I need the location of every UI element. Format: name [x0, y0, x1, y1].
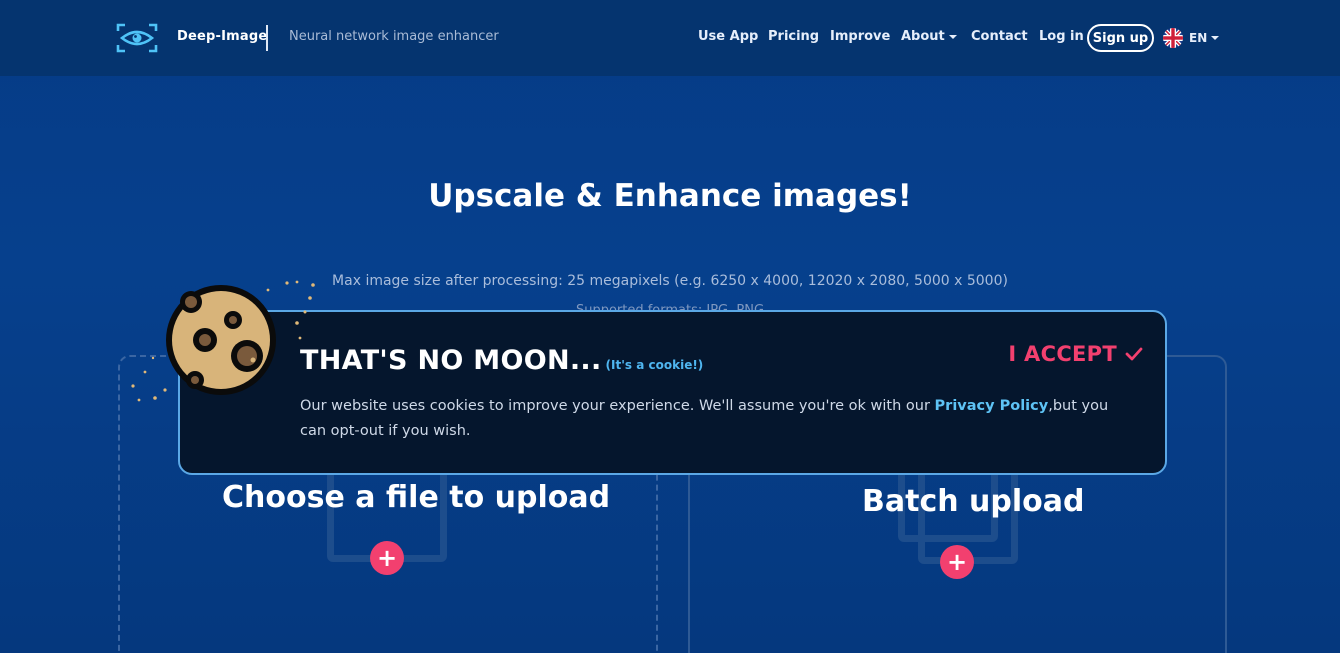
- cookie-icon: [131, 280, 315, 402]
- upload-batch-plus-button[interactable]: +: [940, 545, 974, 579]
- upload-single-title: Choose a file to upload: [222, 480, 611, 515]
- nav-about-label: About: [901, 29, 945, 44]
- accept-label: I ACCEPT: [1008, 342, 1117, 366]
- main-nav: Use App Pricing Improve About Contact Lo…: [0, 22, 1340, 54]
- language-selector[interactable]: EN: [1163, 28, 1220, 48]
- checkmark-icon: [1125, 347, 1143, 361]
- uk-flag-icon: [1163, 28, 1183, 48]
- cookie-title-text: THAT'S NO MOON...: [300, 345, 602, 376]
- privacy-policy-link[interactable]: Privacy Policy: [935, 398, 1049, 414]
- hero-title: Upscale & Enhance images!: [428, 178, 912, 214]
- cookie-message-text: Our website uses cookies to improve your…: [300, 398, 935, 414]
- cookie-title: THAT'S NO MOON... (It's a cookie!): [300, 345, 703, 376]
- nav-improve[interactable]: Improve: [830, 29, 890, 44]
- upload-single-plus-button[interactable]: +: [370, 541, 404, 575]
- upload-batch-title: Batch upload: [862, 484, 1085, 519]
- nav-login[interactable]: Log in: [1039, 29, 1084, 44]
- cookie-banner: THAT'S NO MOON... (It's a cookie!) Our we…: [178, 310, 1167, 475]
- page: Deep-Image Neural network image enhancer…: [0, 0, 1340, 653]
- caret-down-icon: [948, 34, 957, 39]
- nav-about[interactable]: About: [901, 29, 957, 44]
- nav-contact[interactable]: Contact: [971, 29, 1028, 44]
- cookie-message: Our website uses cookies to improve your…: [300, 394, 1120, 444]
- nav-pricing[interactable]: Pricing: [768, 29, 819, 44]
- accept-cookies-button[interactable]: I ACCEPT: [1008, 342, 1143, 366]
- cookie-subtitle: (It's a cookie!): [605, 358, 704, 372]
- header: Deep-Image Neural network image enhancer…: [0, 0, 1340, 76]
- language-caret-icon: [1211, 36, 1220, 40]
- signup-button[interactable]: Sign up: [1087, 24, 1154, 52]
- nav-use-app[interactable]: Use App: [698, 29, 758, 44]
- language-label: EN: [1189, 31, 1208, 45]
